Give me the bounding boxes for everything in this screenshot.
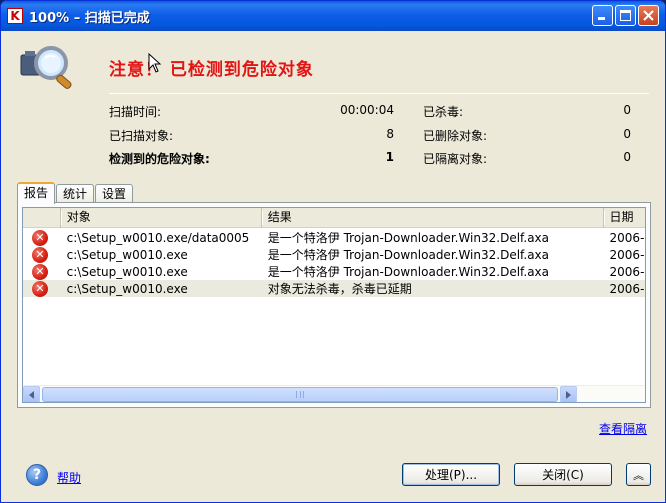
quarantined-label: 已隔离对象: [423, 152, 488, 166]
process-button[interactable]: 处理(P)... [402, 463, 500, 486]
maximize-icon [620, 10, 631, 21]
error-icon: ✕ [32, 263, 48, 280]
table-row[interactable]: ✕ c:\Setup_w0010.exe 对象无法杀毒，杀毒已延期 2006- [23, 280, 645, 297]
disinfected-value: 0 [623, 103, 631, 117]
deleted-value: 0 [623, 127, 631, 141]
row-object: c:\Setup_w0010.exe [66, 281, 188, 296]
row-result: 对象无法杀毒，杀毒已延期 [267, 282, 412, 296]
window-title: 100% – 扫描已完成 [29, 10, 150, 26]
scrollbar-thumb[interactable] [42, 387, 558, 402]
close-window-button[interactable] [638, 5, 659, 26]
column-header-result[interactable]: 结果 [262, 208, 605, 228]
arrow-left-icon [29, 390, 34, 399]
scanned-objects-value: 8 [386, 127, 394, 141]
row-date: 2006- [609, 247, 645, 262]
tab-statistics[interactable]: 统计 [56, 184, 95, 204]
horizontal-scrollbar[interactable] [23, 385, 645, 402]
header-divider [109, 93, 649, 94]
collapse-button[interactable]: ︽ [626, 463, 651, 486]
column-header-icon[interactable] [23, 208, 62, 228]
column-header-object[interactable]: 对象 [61, 208, 263, 228]
row-object: c:\Setup_w0010.exe [66, 264, 188, 279]
detected-objects-label: 检测到的危险对象: [109, 152, 210, 166]
report-panel: 对象 结果 日期 ✕ c:\Setup_w0010.exe/data0005 是… [17, 202, 651, 408]
row-result: 是一个特洛伊 Trojan-Downloader.Win32.Delf.axa [267, 265, 550, 279]
view-quarantine-link[interactable]: 查看隔离 [599, 420, 647, 437]
scroll-left-button[interactable] [23, 386, 40, 402]
scroll-right-button[interactable] [560, 386, 577, 402]
grip-icon [296, 391, 304, 398]
row-date: 2006- [609, 230, 645, 245]
row-date: 2006- [609, 264, 645, 279]
tab-report[interactable]: 报告 [17, 182, 56, 204]
row-result: 是一个特洛伊 Trojan-Downloader.Win32.Delf.axa [267, 248, 550, 262]
tab-settings[interactable]: 设置 [95, 184, 134, 204]
row-date: 2006- [609, 281, 645, 296]
error-icon: ✕ [32, 280, 48, 297]
close-button[interactable]: 关闭(C) [514, 463, 612, 486]
scan-time-value: 00:00:04 [340, 103, 394, 117]
help-icon[interactable]: ? [26, 464, 48, 486]
column-header-date[interactable]: 日期 [604, 208, 645, 228]
row-object: c:\Setup_w0010.exe [66, 247, 188, 262]
maximize-button[interactable] [615, 5, 636, 26]
deleted-label: 已删除对象: [423, 129, 488, 143]
kaspersky-app-icon: K [7, 8, 23, 24]
table-row[interactable]: ✕ c:\Setup_w0010.exe/data0005 是一个特洛伊 Tro… [23, 229, 645, 246]
minimize-icon [598, 17, 605, 20]
list-header: 对象 结果 日期 [23, 208, 645, 228]
quarantined-value: 0 [623, 150, 631, 164]
close-icon [643, 10, 654, 21]
warning-title: 注意！ 已检测到危险对象 [109, 60, 314, 80]
scan-time-label: 扫描时间: [109, 105, 162, 119]
scanned-objects-label: 已扫描对象: [109, 129, 174, 143]
tab-strip: 报告 统计 设置 [17, 182, 134, 204]
help-link[interactable]: 帮助 [57, 469, 81, 486]
row-object: c:\Setup_w0010.exe/data0005 [66, 230, 250, 245]
disinfected-label: 已杀毒: [423, 105, 464, 119]
arrow-right-icon [566, 390, 571, 399]
scan-complete-window: K 100% – 扫描已完成 注意！ 已检测到危险对象 扫描时间: 00:00:… [0, 0, 666, 503]
title-bar[interactable]: K 100% – 扫描已完成 [1, 1, 665, 31]
table-row[interactable]: ✕ c:\Setup_w0010.exe 是一个特洛伊 Trojan-Downl… [23, 263, 645, 280]
row-result: 是一个特洛伊 Trojan-Downloader.Win32.Delf.axa [267, 231, 550, 245]
error-icon: ✕ [32, 246, 48, 263]
report-list[interactable]: 对象 结果 日期 ✕ c:\Setup_w0010.exe/data0005 是… [22, 207, 646, 403]
error-icon: ✕ [32, 229, 48, 246]
detected-objects-value: 1 [385, 150, 394, 164]
minimize-button[interactable] [592, 5, 613, 26]
scan-magnifier-icon [20, 46, 72, 89]
table-row[interactable]: ✕ c:\Setup_w0010.exe 是一个特洛伊 Trojan-Downl… [23, 246, 645, 263]
mouse-cursor-icon [148, 53, 162, 73]
